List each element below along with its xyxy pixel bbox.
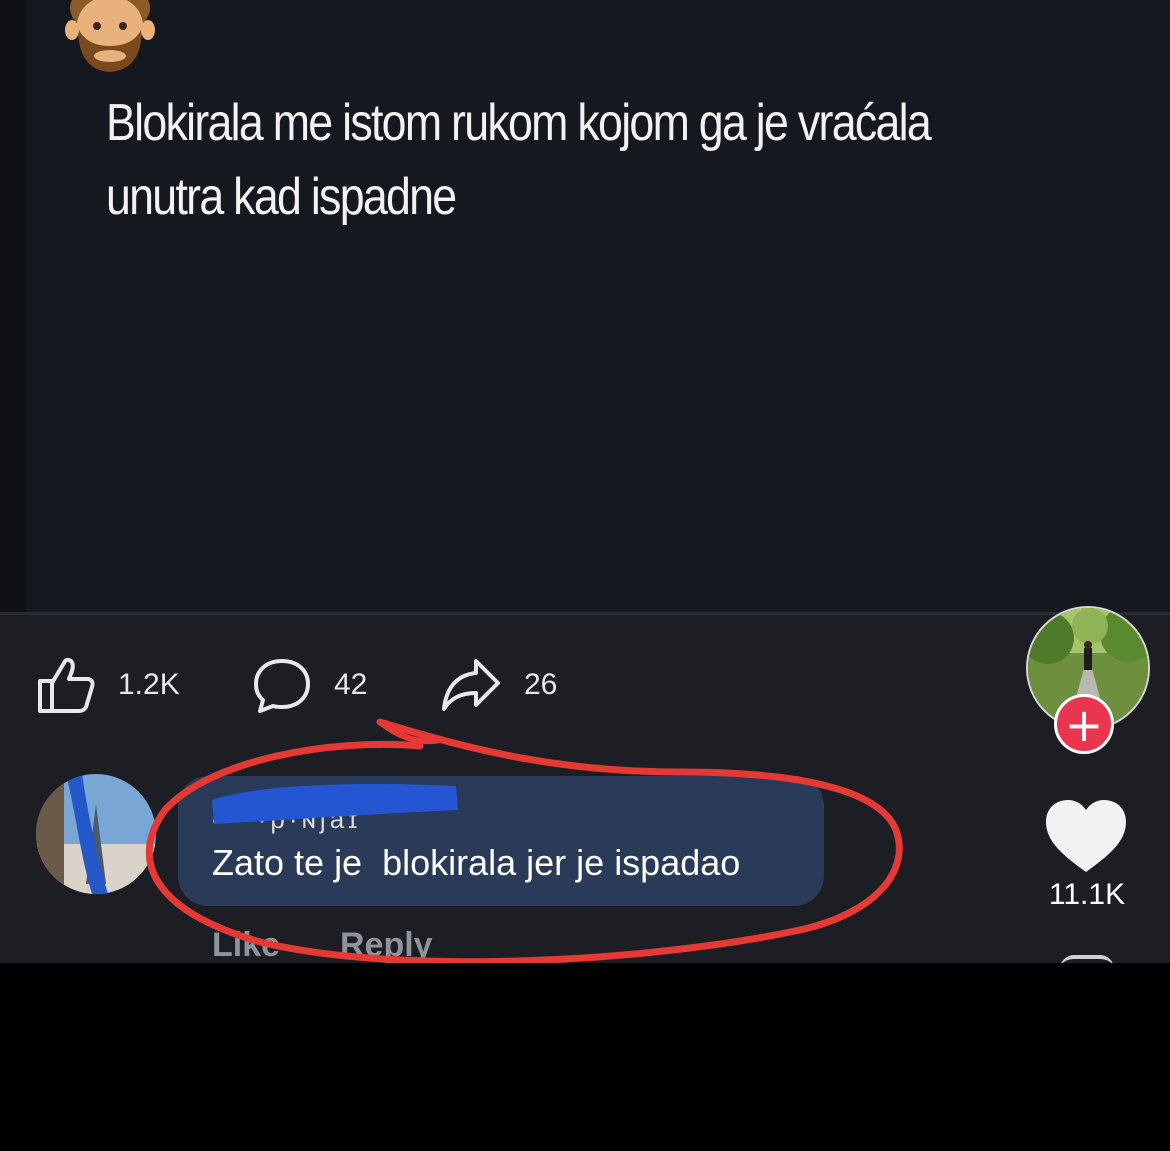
- post-card: Blokirala me istom rukom kojom ga je vra…: [0, 0, 1170, 612]
- commenter-photo: [36, 774, 156, 894]
- post-text: Blokirala me istom rukom kojom ga je vra…: [106, 86, 1121, 234]
- comment-text: Zato te je blokirala jer je ispadao: [212, 842, 741, 883]
- bearded-man-avatar-icon: [65, 0, 155, 72]
- share-arrow-icon: [442, 659, 500, 711]
- post-screen: Blokirala me istom rukom kojom ga je vra…: [0, 0, 1170, 963]
- next-avatar-edge: [1060, 955, 1114, 963]
- like-count: 1.2K: [118, 668, 180, 701]
- divider: [0, 612, 1170, 615]
- commenter-avatar[interactable]: [36, 774, 156, 894]
- follow-button[interactable]: +: [1054, 694, 1114, 754]
- left-edge: [0, 0, 26, 612]
- share-count: 26: [524, 668, 558, 701]
- share-button[interactable]: 26: [440, 640, 557, 730]
- heart-icon[interactable]: [1044, 798, 1128, 874]
- post-text-line-1: Blokirala me istom rukom kojom ga je vra…: [106, 94, 932, 152]
- heart-count: 11.1K: [1048, 878, 1126, 911]
- name-redaction-scribble: [212, 783, 458, 824]
- comment-button[interactable]: 42: [252, 640, 367, 730]
- post-text-line-2: unutra kad ispadne: [106, 168, 457, 226]
- comment-reply-link[interactable]: Reply: [340, 926, 433, 963]
- like-button[interactable]: 1.2K: [36, 640, 180, 730]
- comment-like-link[interactable]: Like: [212, 926, 280, 963]
- thumbs-up-icon: [38, 657, 95, 713]
- comment-count: 42: [334, 668, 368, 701]
- post-actions-bar: 1.2K 42 26: [0, 640, 700, 730]
- comment-bubble-icon: [254, 659, 310, 713]
